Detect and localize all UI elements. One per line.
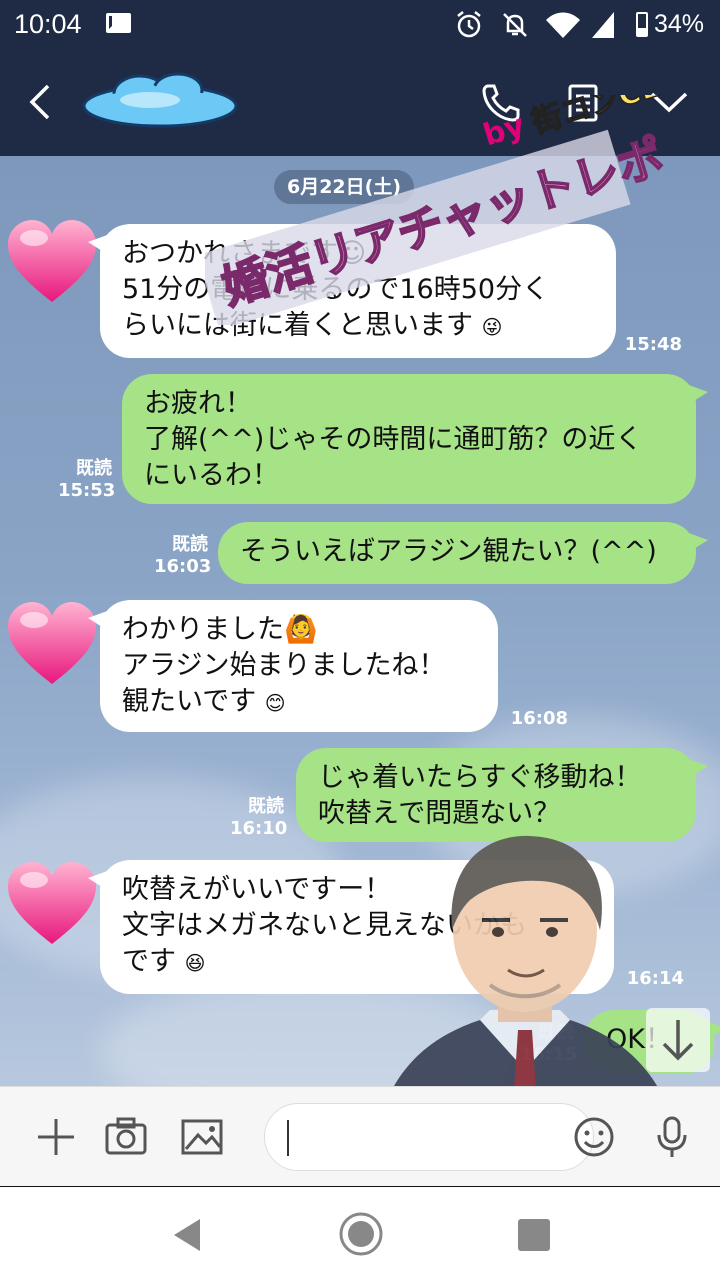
date-separator: 6月22日(土) — [274, 170, 414, 204]
read-label: 既読 — [248, 796, 284, 817]
message-text: 吹替えがいいですー！ 文字はメガネないと見えないかも です — [122, 874, 527, 977]
heart-avatar-icon[interactable] — [4, 216, 100, 306]
wifi-icon — [546, 12, 580, 38]
text-cursor — [287, 1120, 289, 1156]
image-icon[interactable] — [180, 1115, 224, 1159]
camera-icon[interactable] — [104, 1115, 148, 1159]
message-input-bar — [0, 1086, 720, 1186]
message-text: お疲れ！ 了解(^^)じゃその時間に通町筋？の近く にいるわ！ — [144, 388, 643, 491]
read-receipt: 既読 16:10 — [230, 796, 288, 840]
chat-area[interactable]: 6月22日(土) おつかれさまです☺ 51分の電車に乗るので16時50分く らい… — [0, 156, 720, 1086]
message-text: そういえばアラジン観たい？(^^) — [240, 536, 657, 567]
mail-icon — [106, 13, 134, 33]
chevron-down-icon[interactable] — [644, 78, 694, 128]
read-label: 既読 — [76, 458, 112, 479]
emoji-icon: 😆 — [184, 951, 206, 975]
message-text: じゃ着いたらすぐ移動ね！ 吹替えで問題ない？ — [318, 762, 642, 829]
emoji-icon: 😜 — [481, 315, 503, 339]
message-bubble-incoming[interactable]: おつかれさまです☺ 51分の電車に乗るので16時50分く らいには街に着くと思い… — [88, 224, 616, 358]
mute-icon — [503, 13, 527, 37]
message-time: 16:03 — [154, 556, 212, 577]
message-bubble-outgoing[interactable]: じゃ着いたらすぐ移動ね！ 吹替えで問題ない？ — [296, 748, 708, 842]
emoji-icon: 😊 — [264, 691, 286, 715]
read-receipt: 既読 16:15 — [520, 1022, 578, 1066]
message-time: 15:53 — [58, 480, 116, 501]
scroll-down-icon[interactable] — [646, 1008, 710, 1072]
message-bubble-outgoing[interactable]: お疲れ！ 了解(^^)じゃその時間に通町筋？の近く にいるわ！ — [122, 374, 708, 504]
read-label: 既読 — [172, 534, 208, 555]
phone-icon[interactable] — [476, 78, 526, 128]
message-time: 16:10 — [230, 818, 288, 839]
battery-percent: 34% — [654, 10, 705, 38]
read-receipt: 既読 15:53 — [58, 458, 116, 502]
home-circle-icon[interactable] — [336, 1209, 386, 1259]
message-bubble-incoming[interactable]: 吹替えがいいですー！ 文字はメガネないと見えないかも です 😆 — [88, 860, 614, 994]
plus-icon[interactable] — [34, 1115, 78, 1159]
message-time: 16:14 — [626, 968, 684, 989]
battery-icon — [636, 12, 648, 37]
status-bar: 10:04 34% — [0, 0, 720, 50]
heart-avatar-icon[interactable] — [4, 858, 100, 948]
contact-name-cloud-icon — [82, 72, 238, 128]
back-icon[interactable] — [22, 80, 62, 124]
emoji-icon[interactable] — [572, 1115, 616, 1159]
status-time: 10:04 — [14, 9, 82, 39]
signal-icon — [592, 12, 614, 38]
message-input[interactable] — [264, 1103, 594, 1171]
message-bubble-outgoing[interactable]: そういえばアラジン観たい？(^^) — [218, 522, 708, 584]
heart-avatar-icon[interactable] — [4, 598, 100, 688]
notes-icon[interactable] — [558, 78, 608, 128]
read-label: 既読 — [538, 1022, 574, 1043]
back-triangle-icon[interactable] — [166, 1213, 210, 1257]
alarm-icon — [457, 11, 481, 38]
message-bubble-incoming[interactable]: わかりました🙆 アラジン始まりましたね！ 観たいです 😊 — [88, 600, 498, 732]
recents-square-icon[interactable] — [512, 1213, 556, 1257]
microphone-icon[interactable] — [650, 1115, 694, 1159]
android-nav-bar — [0, 1186, 720, 1280]
chat-header — [0, 50, 720, 156]
message-time: 16:08 — [510, 708, 568, 729]
message-time: 15:48 — [624, 334, 682, 355]
read-receipt: 既読 16:03 — [154, 534, 212, 578]
message-time: 16:15 — [520, 1044, 578, 1065]
